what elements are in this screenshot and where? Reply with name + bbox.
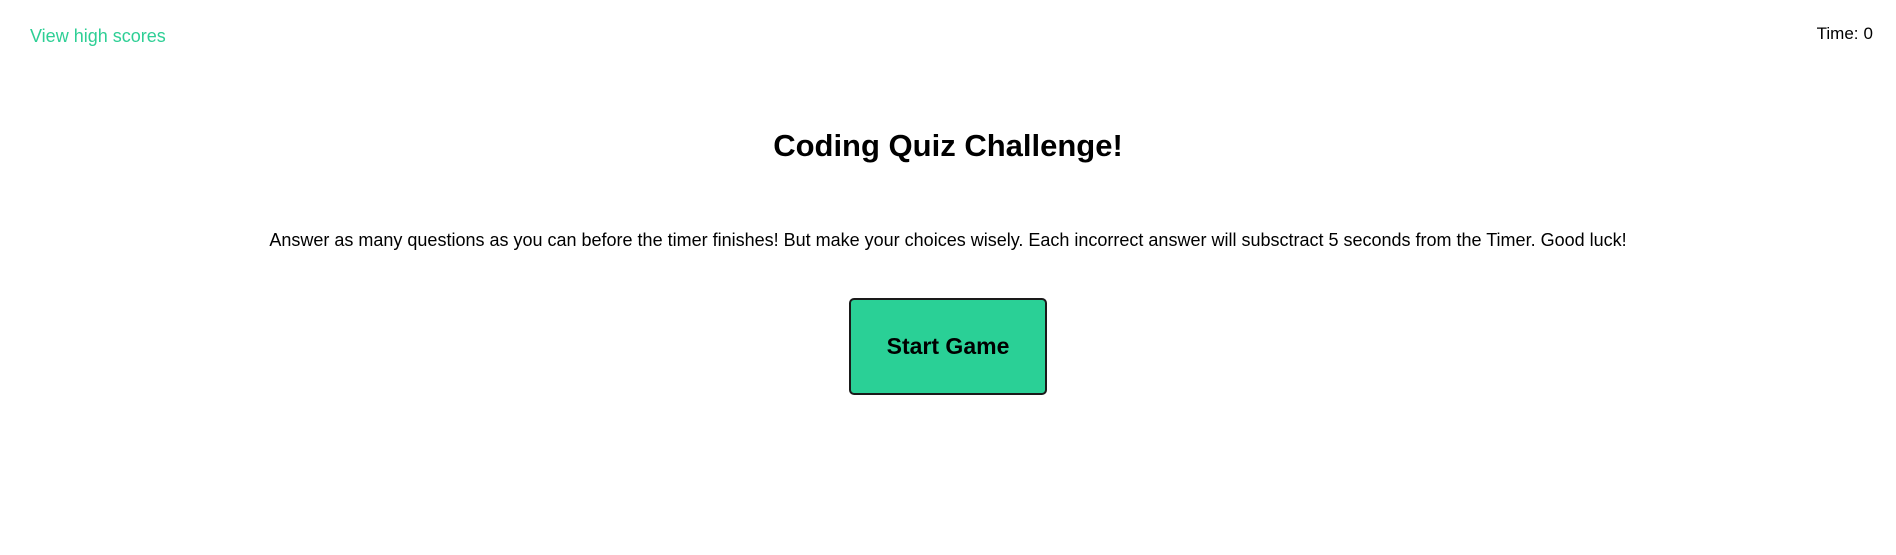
timer-value: 0 bbox=[1863, 24, 1873, 43]
page-title: Coding Quiz Challenge! bbox=[773, 128, 1123, 163]
quiz-page: View high scores Time: 0 Coding Quiz Cha… bbox=[0, 0, 1896, 555]
view-high-scores-link[interactable]: View high scores bbox=[30, 26, 166, 47]
start-game-button[interactable]: Start Game bbox=[849, 298, 1047, 395]
timer-label: Time: bbox=[1816, 24, 1859, 43]
timer-display: Time: 0 bbox=[1817, 24, 1873, 44]
quiz-instructions: Answer as many questions as you can befo… bbox=[269, 230, 1627, 250]
